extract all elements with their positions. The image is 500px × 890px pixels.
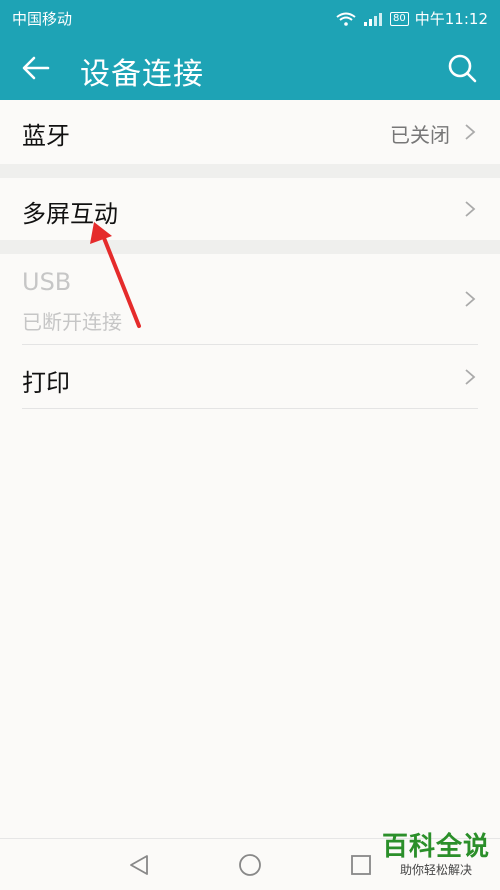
watermark-title: 百科全说: [381, 832, 490, 862]
watermark-logo: 百科全说 助你轻松解决: [382, 826, 490, 878]
home-circle-icon[interactable]: [238, 853, 262, 877]
back-triangle-icon[interactable]: [128, 854, 150, 876]
watermark-subtitle: 助你轻松解决: [399, 863, 472, 877]
recents-square-icon[interactable]: [350, 854, 372, 876]
annotation-arrow: [90, 222, 141, 328]
